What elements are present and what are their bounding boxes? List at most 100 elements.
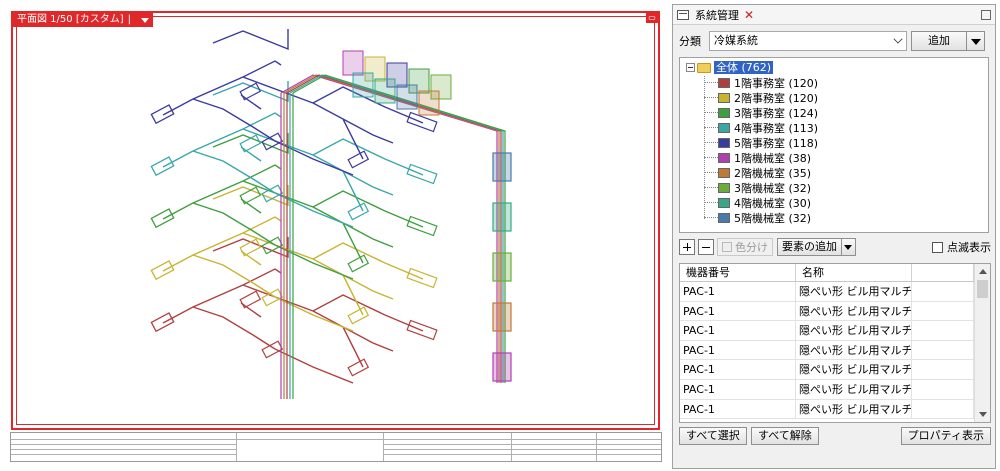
view-title-separator: | — [127, 14, 131, 25]
add-element-button[interactable]: 要素の追加 — [777, 238, 842, 256]
color-swatch-icon — [718, 122, 730, 133]
table-row[interactable]: PAC-1 隠ぺい形 ビル用マルチ... — [680, 360, 990, 380]
machine-room-unit-icon — [492, 352, 512, 382]
system-management-panel: 系統管理 ✕ 分類 冷媒系統 追加 全体 (762) 1階事務室 (120) 2階… — [672, 4, 996, 469]
tree-item-label: 2階事務室 (120) — [734, 91, 819, 105]
color-coding-button[interactable]: 色分け — [717, 238, 773, 256]
tree-item[interactable]: 4階事務室 (113) — [704, 120, 818, 135]
tree-root-label: 全体 (762) — [714, 61, 774, 74]
indoor-unit-icon — [347, 306, 370, 325]
color-swatch-icon — [718, 197, 730, 208]
cell-extra — [912, 301, 974, 321]
table-row[interactable]: PAC-1 隠ぺい形 ビル用マルチ... — [680, 379, 990, 400]
tree-root[interactable]: 全体 (762) — [686, 60, 774, 75]
tree-item-label: 4階事務室 (113) — [734, 121, 819, 135]
tree-item-label: 3階事務室 (124) — [734, 106, 819, 120]
machine-room-unit-icon — [492, 152, 512, 182]
cell-name: 隠ぺい形 ビル用マルチ... — [796, 379, 912, 399]
column-header-equipment-number[interactable]: 機器番号 — [680, 264, 796, 281]
category-select-value: 冷媒系統 — [714, 34, 758, 47]
add-dropdown-button[interactable] — [967, 31, 985, 51]
indoor-unit-icon — [261, 340, 284, 359]
cell-extra — [912, 321, 974, 340]
tree-item[interactable]: 5階機械室 (32) — [704, 210, 811, 225]
add-element-dropdown-button[interactable] — [842, 238, 856, 256]
cell-name: 隠ぺい形 ビル用マルチ... — [796, 282, 912, 301]
tree-connector — [704, 142, 718, 143]
pin-icon[interactable]: ▭ — [646, 13, 658, 23]
cell-equipment-number: PAC-1 — [680, 379, 796, 399]
outdoor-unit-icon — [418, 90, 440, 116]
indoor-unit-icon — [347, 202, 370, 221]
indoor-unit-icon — [347, 254, 370, 273]
indoor-unit-icon — [261, 184, 284, 203]
table-row[interactable]: PAC-1 隠ぺい形 ビル用マルチ... — [680, 282, 990, 302]
chevron-down-icon[interactable] — [141, 17, 149, 23]
blink-checkbox[interactable] — [932, 241, 943, 253]
category-select[interactable]: 冷媒系統 — [709, 31, 907, 51]
table-row[interactable]: PAC-1 隠ぺい形 ビル用マルチ... — [680, 321, 990, 341]
expand-all-button[interactable] — [679, 239, 695, 255]
properties-button[interactable]: プロパティ表示 — [900, 427, 991, 445]
system-tree[interactable]: 全体 (762) 1階事務室 (120) 2階事務室 (120) 3階事務室 (12… — [679, 57, 989, 233]
drawing-frame[interactable]: 平面図 1/50 [カスタム] | ▭ — [11, 11, 660, 430]
equipment-table[interactable]: 機器番号 名称 PAC-1 隠ぺい形 ビル用マルチ... PAC-1 隠ぺい形 ビル用… — [679, 263, 991, 423]
collapse-all-button[interactable] — [698, 239, 714, 255]
cell-equipment-number: PAC-1 — [680, 282, 796, 301]
tree-item-label: 5階機械室 (32) — [734, 211, 812, 225]
tree-item-label: 3階機械室 (32) — [734, 181, 812, 195]
table-row[interactable]: PAC-1 隠ぺい形 ビル用マルチ... — [680, 399, 990, 420]
scroll-down-icon[interactable] — [979, 412, 987, 417]
table-header: 機器番号 名称 — [680, 264, 990, 282]
deselect-all-button[interactable]: すべて解除 — [751, 427, 819, 445]
cell-name: 隠ぺい形 ビル用マルチ... — [796, 360, 912, 379]
riser-pipe — [283, 74, 500, 383]
tree-item[interactable]: 3階機械室 (32) — [704, 180, 811, 195]
table-scrollbar[interactable] — [974, 264, 990, 422]
riser-pipe — [292, 74, 506, 383]
column-header-name[interactable]: 名称 — [796, 264, 912, 281]
close-icon[interactable]: ✕ — [744, 8, 754, 22]
view-title-tab[interactable]: 平面図 1/50 [カスタム] | — [13, 13, 153, 27]
chevron-down-icon — [893, 34, 903, 44]
blink-display-toggle[interactable]: 点滅表示 — [932, 239, 991, 255]
scroll-thumb[interactable] — [977, 280, 988, 298]
category-row: 分類 冷媒系統 追加 — [679, 31, 985, 51]
table-row[interactable]: PAC-1 隠ぺい形 ビル用マルチ... — [680, 340, 990, 361]
category-label: 分類 — [679, 35, 701, 48]
color-swatch-icon — [718, 107, 730, 118]
tree-connector — [704, 112, 718, 113]
riser-pipe — [286, 74, 502, 383]
tree-item[interactable]: 2階事務室 (120) — [704, 90, 818, 105]
panel-title: 系統管理 — [695, 8, 739, 22]
tree-item[interactable]: 5階事務室 (118) — [704, 135, 818, 150]
collapse-icon[interactable] — [686, 63, 695, 72]
column-header-extra[interactable] — [912, 264, 974, 281]
machine-room-unit-icon — [492, 202, 512, 232]
table-row[interactable]: PAC-1 隠ぺい形 ビル用マルチ... — [680, 301, 990, 322]
drawing-view[interactable]: 平面図 1/50 [カスタム] | ▭ — [8, 8, 664, 462]
tree-item[interactable]: 1階機械室 (38) — [704, 150, 811, 165]
scroll-up-icon[interactable] — [979, 269, 987, 274]
cell-equipment-number: PAC-1 — [680, 321, 796, 340]
indoor-unit-icon — [239, 290, 262, 309]
machine-room-unit-icon — [492, 252, 512, 282]
tree-item[interactable]: 2階機械室 (35) — [704, 165, 811, 180]
indoor-unit-icon — [261, 236, 284, 255]
cell-equipment-number: PAC-1 — [680, 360, 796, 379]
outdoor-unit-icon — [396, 84, 418, 110]
isometric-piping-diagram[interactable] — [13, 13, 662, 432]
view-title-label: 平面図 1/50 [カスタム] — [17, 14, 124, 25]
riser-pipe — [289, 74, 504, 383]
select-all-button[interactable]: すべて選択 — [679, 427, 747, 445]
add-button[interactable]: 追加 — [911, 31, 967, 51]
indoor-unit-icon — [150, 208, 175, 229]
tree-item[interactable]: 4階機械室 (30) — [704, 195, 811, 210]
tree-item[interactable]: 3階事務室 (124) — [704, 105, 818, 120]
indoor-unit-icon — [347, 358, 370, 377]
tree-item[interactable]: 1階事務室 (120) — [704, 75, 818, 90]
tree-connector — [704, 97, 718, 98]
pin-icon[interactable] — [981, 9, 991, 20]
palette-icon — [722, 242, 732, 252]
machine-room-unit-icon — [492, 302, 512, 332]
